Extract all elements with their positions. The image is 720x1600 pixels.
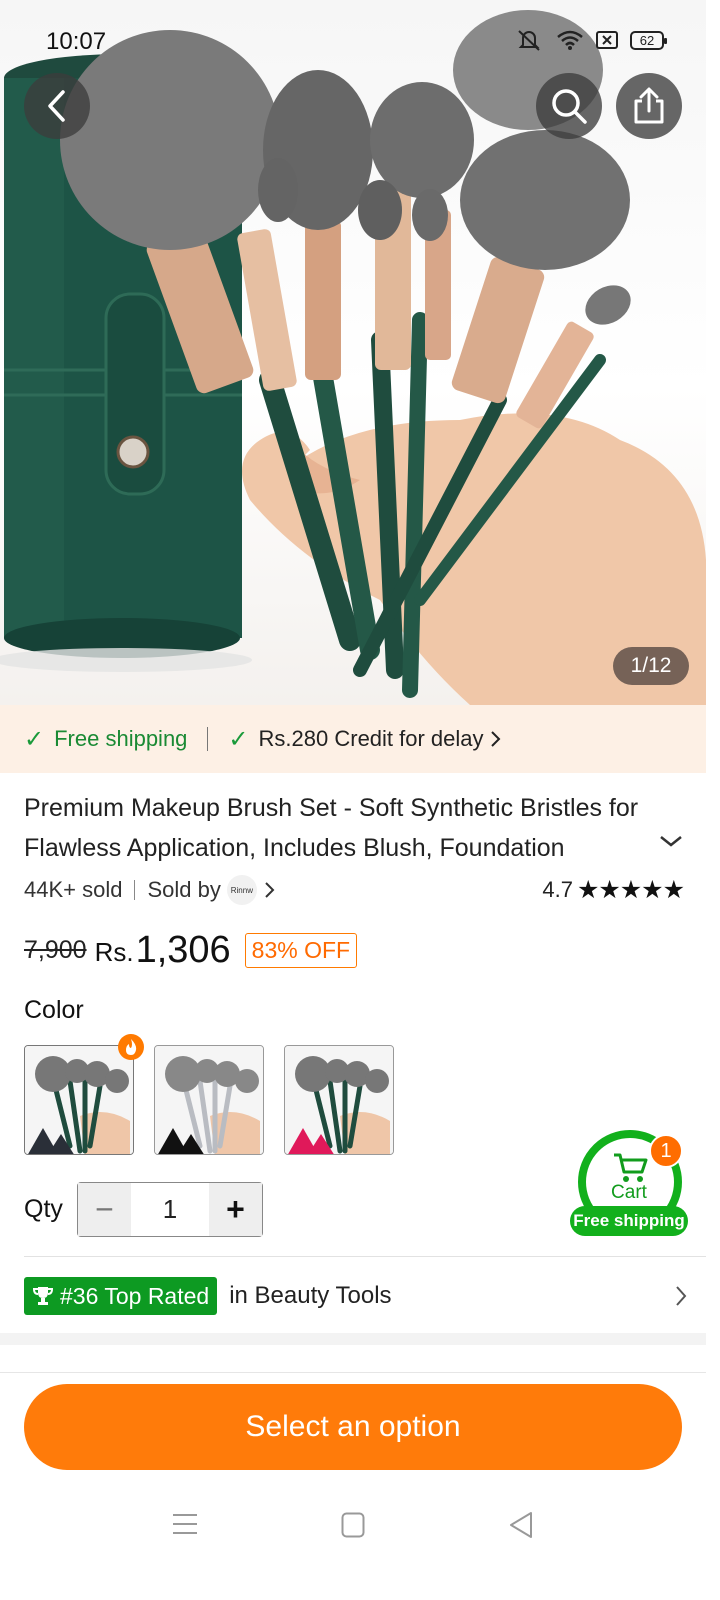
delay-credit-label: Rs.280 Credit for delay [258, 726, 484, 751]
divider [134, 880, 136, 900]
divider [24, 1256, 706, 1257]
trophy-icon [32, 1287, 54, 1305]
fire-icon [118, 1034, 144, 1060]
cart-count-badge: 1 [649, 1134, 683, 1168]
color-label: Color [24, 996, 84, 1024]
check-icon: ✓ [24, 725, 45, 753]
discount-badge: 83% OFF [244, 932, 358, 968]
rating[interactable]: 4.7 ★★★★★ [542, 875, 685, 905]
ranking-row[interactable]: #36 Top Rated in Beauty Tools [24, 1276, 688, 1316]
mute-icon [518, 30, 540, 51]
search-button[interactable] [536, 73, 602, 139]
swatch-thumbnail [285, 1046, 393, 1154]
menu-icon[interactable] [172, 1512, 198, 1536]
sold-by-label: Sold by [147, 877, 221, 902]
qty-increment-button[interactable]: + [209, 1183, 262, 1236]
swatch-thumbnail [25, 1046, 133, 1154]
select-option-button[interactable]: Select an option [24, 1384, 682, 1470]
status-bar: 10:07 62 [0, 0, 706, 86]
price-row: 7,900 Rs. 1,306 83% OFF [24, 925, 358, 975]
sale-price: 1,306 [135, 928, 231, 971]
divider [207, 727, 209, 751]
divider [0, 1372, 706, 1373]
product-image-gallery[interactable]: 10:07 62 1/12 [0, 0, 706, 705]
promo-strip[interactable]: ✓ Free shipping ✓ Rs.280 Credit for dela… [0, 705, 706, 773]
image-pager: 1/12 [613, 647, 689, 685]
section-separator [0, 1333, 706, 1345]
free-shipping-label: Free shipping [54, 726, 188, 751]
check-icon: ✓ [228, 725, 249, 753]
color-swatches [24, 1045, 394, 1155]
color-swatch-silver[interactable] [154, 1045, 264, 1155]
rank-badge: #36 Top Rated [24, 1277, 218, 1315]
product-meta: 44K+ sold Sold by Rinnw 4.7 ★★★★★ [24, 874, 685, 906]
chevron-right-icon [490, 731, 500, 747]
title-fade [560, 828, 660, 868]
cart-label: Cart [611, 1182, 647, 1203]
seller-logo: Rinnw [226, 875, 257, 905]
rating-value: 4.7 [542, 877, 573, 902]
currency-label: Rs. [94, 936, 134, 967]
swatch-thumbnail [155, 1046, 263, 1154]
wifi-icon [557, 30, 583, 50]
search-icon [552, 89, 587, 124]
star-icons: ★★★★★ [576, 876, 685, 904]
qty-label: Qty [24, 1195, 63, 1223]
share-button[interactable] [616, 73, 682, 139]
share-icon [634, 87, 664, 124]
battery-icon: 62 [630, 30, 667, 50]
system-nav-bar [0, 1490, 706, 1600]
chevron-down-icon[interactable] [658, 832, 684, 850]
status-time: 10:07 [46, 28, 107, 55]
rank-label: #36 Top Rated [60, 1283, 210, 1309]
home-icon[interactable] [341, 1512, 365, 1538]
nav-back-icon[interactable] [508, 1510, 534, 1540]
chevron-right-icon [265, 882, 275, 898]
rank-category: in Beauty Tools [229, 1282, 392, 1309]
quantity-stepper: − 1 + [77, 1182, 263, 1237]
qty-decrement-button[interactable]: − [78, 1183, 131, 1236]
back-button[interactable] [24, 73, 90, 139]
color-swatch-green-pink[interactable] [284, 1045, 394, 1155]
original-price: 7,900 [24, 935, 87, 964]
chevron-left-icon [48, 90, 65, 122]
cart-free-shipping-badge: Free shipping [570, 1206, 688, 1236]
cart-button[interactable]: Cart 1 Free shipping [570, 1130, 688, 1238]
sold-by-link[interactable]: Sold by Rinnw [147, 875, 276, 905]
chevron-right-icon [676, 1286, 687, 1306]
color-swatch-green[interactable] [24, 1045, 134, 1155]
sim-icon [596, 31, 618, 49]
qty-value[interactable]: 1 [131, 1183, 209, 1236]
sold-count: 44K+ sold [24, 877, 123, 902]
cart-icon [614, 1153, 648, 1182]
